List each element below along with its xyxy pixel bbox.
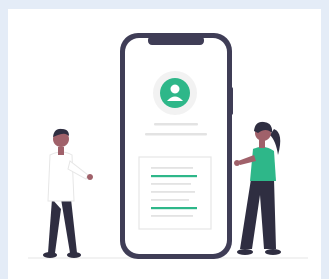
phone-profile-illustration — [28, 33, 308, 259]
info-line — [151, 215, 193, 217]
info-line-highlight — [151, 175, 197, 178]
user-avatar-icon — [153, 71, 197, 115]
info-line — [151, 183, 191, 185]
illustration-card — [8, 9, 321, 279]
info-line-highlight — [151, 207, 197, 210]
phone — [120, 33, 233, 259]
info-line — [151, 167, 193, 169]
woman-figure — [234, 121, 281, 255]
info-line — [151, 199, 189, 201]
phone-notch — [148, 36, 204, 45]
illustration-frame — [0, 0, 329, 279]
profile-name-line — [154, 123, 198, 126]
info-line — [151, 191, 195, 193]
profile-subtitle-line — [145, 133, 207, 136]
man-figure — [43, 128, 93, 258]
